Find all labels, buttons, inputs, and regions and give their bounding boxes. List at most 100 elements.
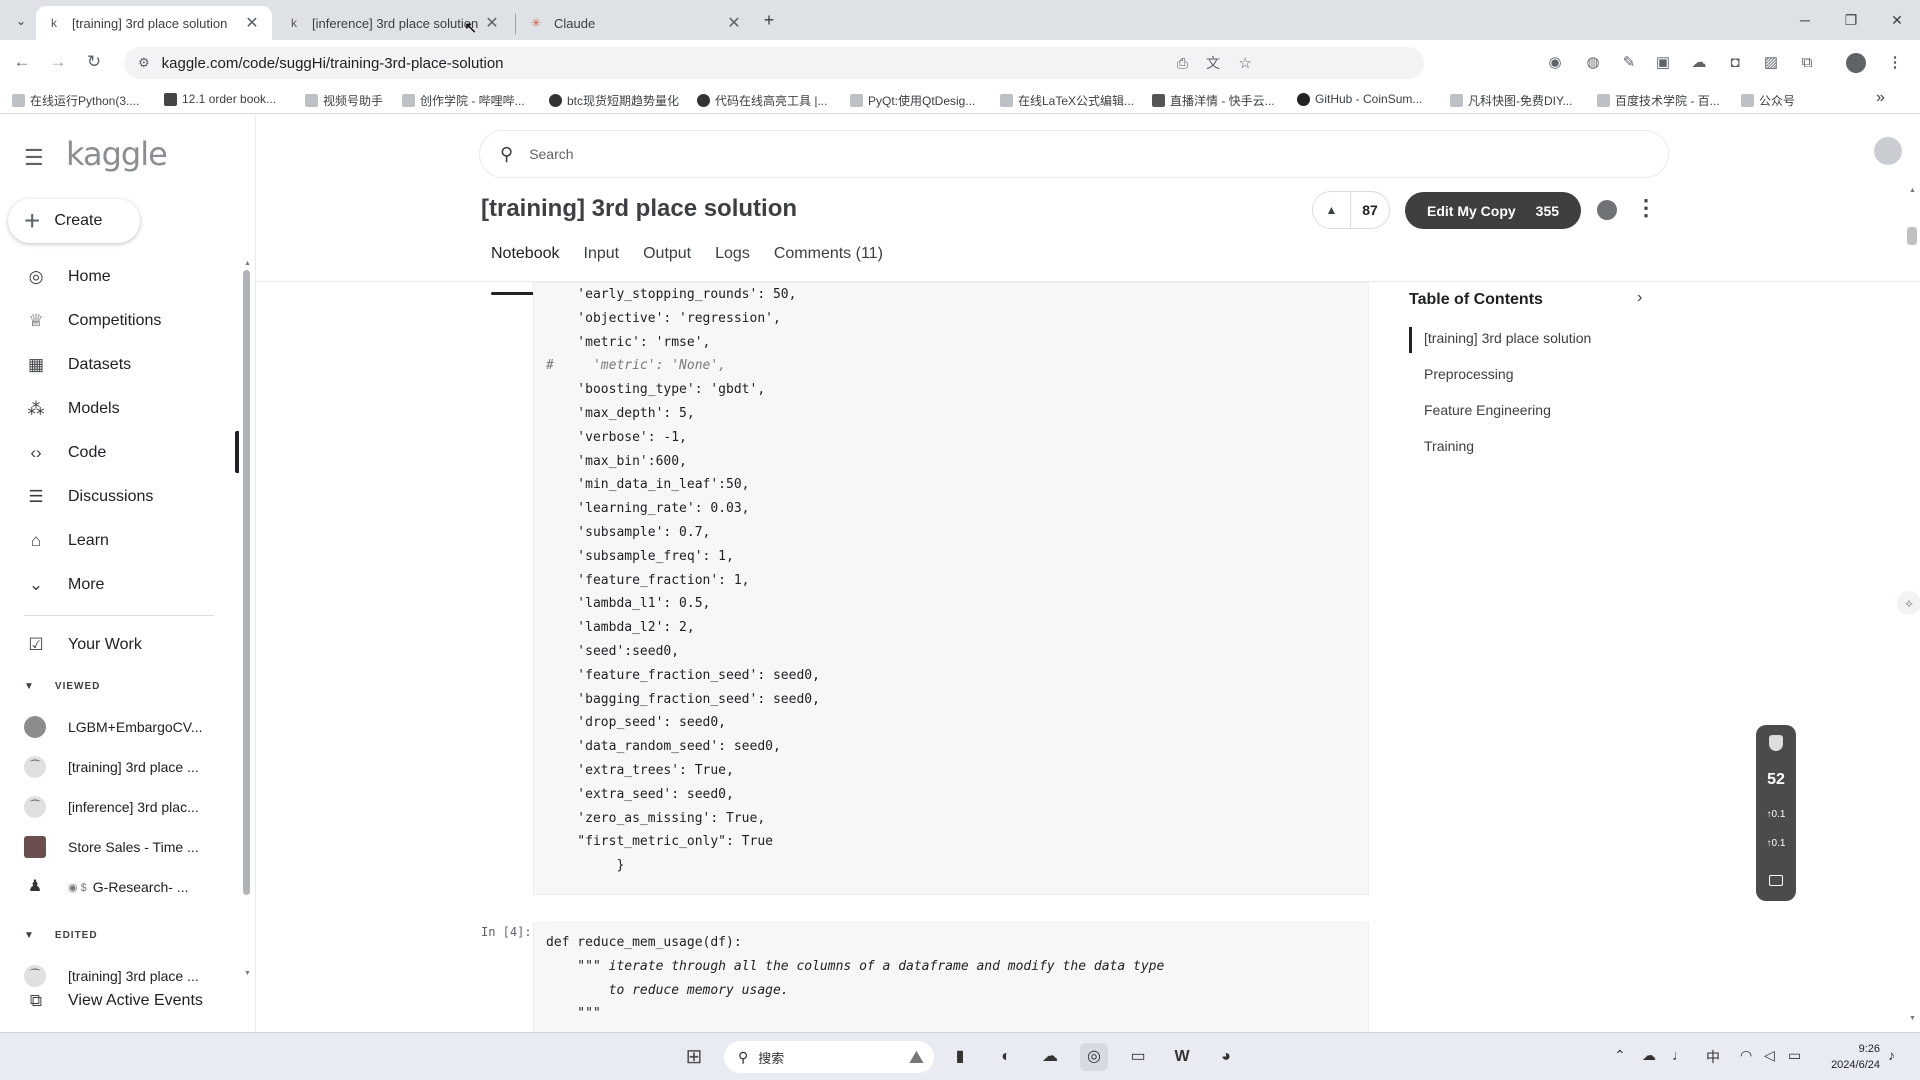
browser-menu-icon[interactable]: ⋮ [1884, 52, 1906, 74]
edit-my-copy-button[interactable]: Edit My Copy 355 [1405, 192, 1581, 229]
bookmark-item[interactable]: 12.1 order book... [164, 92, 276, 106]
address-bar[interactable]: ⚙ kaggle.com/code/suggHi/training-3rd-pl… [124, 47, 1424, 79]
bookmark-item[interactable]: PyQt:使用QtDesig... [850, 92, 975, 109]
viewed-item[interactable]: ♟ ◉ $ G-Research- ... [24, 869, 224, 905]
back-arrow-icon[interactable]: ← [8, 48, 36, 76]
camera-icon[interactable] [1769, 875, 1783, 886]
extensions-puzzle-icon[interactable]: ⧉ [1796, 52, 1818, 74]
viewed-item[interactable]: Store Sales - Time ... [24, 829, 224, 865]
viewed-item[interactable]: ⁀ [inference] 3rd plac... [24, 789, 224, 825]
bookmark-item[interactable]: btc现货短期趋势量化 [549, 92, 679, 109]
sidebar-item-discussions[interactable]: ☰ Discussions [0, 475, 230, 519]
wps-icon[interactable]: W [1168, 1043, 1196, 1071]
scroll-up-icon[interactable]: ▲ [1909, 187, 1916, 194]
browser-tab-training[interactable]: k [training] 3rd place solution ✕ [36, 6, 272, 40]
pen-icon[interactable]: ✎ [1618, 52, 1640, 74]
viewed-section-toggle[interactable]: ▼ VIEWED [24, 681, 100, 692]
profile-avatar-icon[interactable] [1846, 53, 1866, 73]
sidebar-item-home[interactable]: ◎ Home [0, 255, 230, 299]
sidebar-scrollbar[interactable] [243, 270, 250, 895]
edited-section-toggle[interactable]: ▼ EDITED [24, 930, 98, 941]
extension-3-icon[interactable]: ▣ [1652, 52, 1674, 74]
install-app-icon[interactable]: ⎙ [1177, 55, 1188, 72]
bookmark-item[interactable]: 百度技术学院 - 百... [1597, 92, 1720, 109]
bookmark-item[interactable]: GitHub - CoinSum... [1297, 92, 1422, 106]
sidebar-item-learn[interactable]: ⌂ Learn [0, 519, 230, 563]
restore-icon[interactable]: ❐ [1828, 6, 1874, 34]
floating-monitor-widget[interactable]: 52 ↑0.1 ↑0.1 [1756, 725, 1796, 901]
new-tab-button[interactable]: + [758, 9, 780, 31]
bookmark-item[interactable]: 直播洋情 - 快手云... [1152, 92, 1275, 109]
sidebar-item-more[interactable]: ⌄ More [0, 563, 230, 607]
site-info-icon[interactable]: ⚙ [138, 55, 150, 71]
user-avatar[interactable] [1874, 137, 1902, 165]
reload-icon[interactable]: ↻ [80, 48, 108, 76]
upvote-widget[interactable]: ▲ 87 [1312, 191, 1390, 229]
viewed-item[interactable]: ⁀ [training] 3rd place ... [24, 749, 224, 785]
notebook-avatar-icon[interactable] [1597, 200, 1617, 220]
bookmark-item[interactable]: 视频号助手 [305, 92, 383, 109]
kaggle-logo[interactable]: kaggle [66, 135, 168, 173]
task-view-icon[interactable]: ▮ [946, 1043, 974, 1071]
toc-item[interactable]: Feature Engineering [1424, 402, 1551, 418]
close-window-icon[interactable]: ✕ [1874, 6, 1920, 34]
forward-arrow-icon[interactable]: → [44, 48, 72, 76]
minimize-icon[interactable]: ─ [1782, 6, 1828, 34]
app-icon[interactable]: ☁ [1036, 1043, 1064, 1071]
close-tab-icon[interactable]: ✕ [242, 13, 262, 33]
bookmark-item[interactable]: 在线LaTeX公式编辑... [1000, 92, 1134, 109]
extension-1-icon[interactable]: ◉ [1544, 52, 1566, 74]
translate-icon[interactable]: 文 [1206, 53, 1220, 73]
search-input[interactable]: ⚲ Search [479, 130, 1669, 178]
page-scrollbar[interactable] [1907, 227, 1917, 245]
bookmarks-overflow-icon[interactable]: » [1876, 89, 1885, 107]
bookmark-item[interactable]: 代码在线高亮工具 |... [697, 92, 827, 109]
code-cell[interactable]: 'early_stopping_rounds': 50, 'objective'… [533, 282, 1369, 895]
extension-2-icon[interactable]: ◍ [1582, 52, 1604, 74]
extension-4-icon[interactable]: ☁ [1688, 52, 1710, 74]
sidebar-item-competitions[interactable]: ♕ Competitions [0, 299, 230, 343]
sidebar-item-datasets[interactable]: ▦ Datasets [0, 343, 230, 387]
bookmark-item[interactable]: 公众号 [1741, 92, 1795, 109]
extension-5-icon[interactable]: ◘ [1724, 52, 1746, 74]
battery-icon[interactable]: ▭ [1788, 1047, 1801, 1064]
notification-bell-icon[interactable]: ♪ [1888, 1047, 1895, 1063]
side-panel-icon[interactable]: ⟡ [1897, 591, 1920, 615]
windows-start-icon[interactable]: ⊞ [680, 1043, 708, 1071]
toc-item[interactable]: Training [1424, 438, 1474, 454]
onedrive-icon[interactable]: ☁ [1642, 1047, 1656, 1064]
tray-chevron-icon[interactable]: ⌃ [1614, 1047, 1626, 1064]
taskbar-clock[interactable]: 9:26 2024/6/24 [1820, 1041, 1880, 1073]
ime-indicator[interactable]: 中 [1706, 1047, 1720, 1067]
toc-item[interactable]: [training] 3rd place solution [1424, 330, 1591, 346]
sidebar-item-code[interactable]: ‹› Code [0, 431, 230, 475]
scroll-down-icon[interactable]: ▼ [1909, 1015, 1916, 1022]
image-extension-icon[interactable]: ▨ [1760, 52, 1782, 74]
more-options-icon[interactable]: ⋮ [1635, 195, 1657, 221]
scroll-down-icon[interactable]: ▼ [244, 970, 251, 977]
microphone-icon[interactable]: ♩ [1672, 1047, 1686, 1063]
bookmark-star-icon[interactable]: ☆ [1239, 54, 1252, 72]
chevron-right-icon[interactable]: › [1637, 289, 1642, 307]
scroll-up-icon[interactable]: ▲ [244, 260, 251, 267]
sidebar-item-your-work[interactable]: ☑ Your Work [0, 623, 230, 667]
chrome-icon[interactable]: ◎ [1080, 1043, 1108, 1071]
upvote-arrow-icon[interactable]: ▲ [1313, 191, 1351, 229]
bookmark-item[interactable]: 创作学院 - 哔哩哔... [402, 92, 525, 109]
hamburger-menu-icon[interactable]: ☰ [24, 145, 44, 171]
volume-icon[interactable]: ◁ [1764, 1047, 1775, 1064]
code-cell[interactable]: def reduce_mem_usage(df): """ iterate th… [533, 922, 1369, 1032]
browser-tab-claude[interactable]: ✳ Claude ✕ [518, 6, 754, 40]
create-button[interactable]: + Create [8, 199, 140, 243]
view-active-events-link[interactable]: ⧉ View Active Events [0, 981, 230, 1021]
bookmark-item[interactable]: 在线运行Python(3.... [12, 92, 139, 109]
toc-item[interactable]: Preprocessing [1424, 366, 1514, 382]
close-tab-icon[interactable]: ✕ [724, 13, 744, 33]
wifi-icon[interactable]: ◠ [1740, 1047, 1752, 1064]
bookmark-item[interactable]: 凡科快图-免费DIY... [1450, 92, 1572, 109]
close-tab-icon[interactable]: ✕ [482, 13, 502, 33]
taskbar-search[interactable]: ⚲ 搜索 ⛰ [724, 1041, 934, 1073]
file-explorer-icon[interactable]: ▭ [1124, 1043, 1152, 1071]
app-icon[interactable]: ◐ [992, 1043, 1020, 1071]
sidebar-item-models[interactable]: ⁂ Models [0, 387, 230, 431]
